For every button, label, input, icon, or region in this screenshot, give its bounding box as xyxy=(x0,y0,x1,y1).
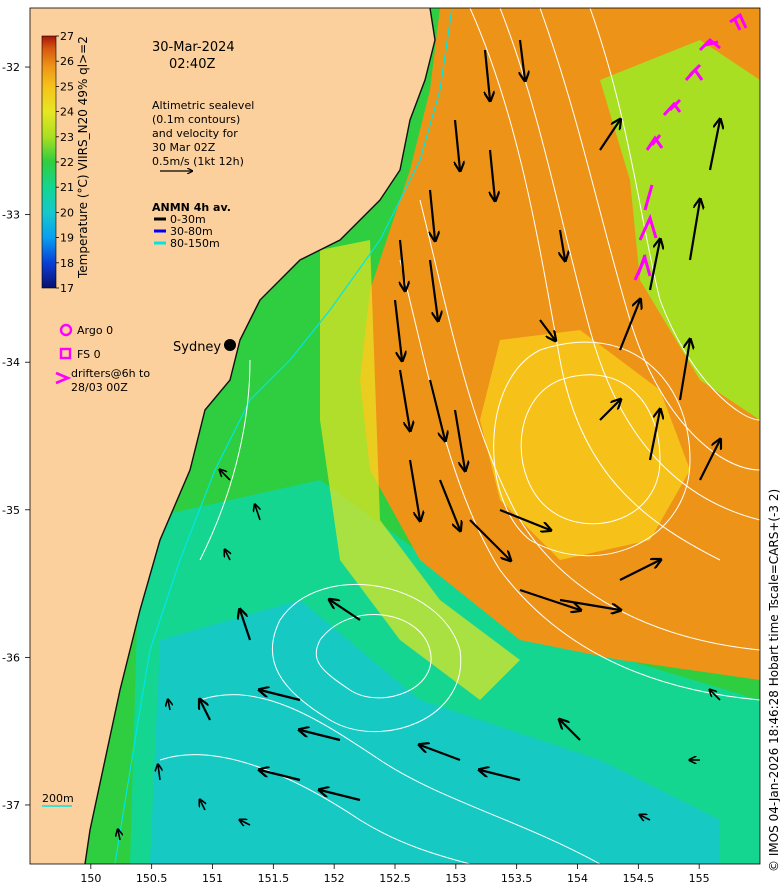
lat-tick-label: -34 xyxy=(2,356,20,369)
colorbar-tick-label: 27 xyxy=(60,30,74,43)
drifter-label: drifters@6h to xyxy=(71,367,150,380)
lon-tick-label: 152 xyxy=(324,872,345,885)
lat-tick-label: -37 xyxy=(2,799,20,812)
longitude-axis: 150 150.5 151 151.5 152 152.5 153 153.5 154 154.5… xyxy=(80,864,710,885)
drifter-label: 28/03 00Z xyxy=(71,381,128,394)
lon-tick-label: 155 xyxy=(689,872,710,885)
map-panel xyxy=(30,8,760,864)
lon-tick-label: 150 xyxy=(80,872,101,885)
lat-tick-label: -33 xyxy=(2,209,20,222)
lat-tick-label: -32 xyxy=(2,61,20,74)
colorbar-tick-label: 26 xyxy=(60,55,74,68)
isobath-label: 200m xyxy=(42,792,74,805)
note-line: and velocity for xyxy=(152,127,238,140)
colorbar-tick-label: 25 xyxy=(60,80,74,93)
lon-tick-label: 153 xyxy=(445,872,466,885)
lon-tick-label: 150.5 xyxy=(136,872,168,885)
lon-tick-label: 152.5 xyxy=(379,872,411,885)
note-line: 0.5m/s (1kt 12h) xyxy=(152,155,244,168)
colorbar-scale xyxy=(41,35,57,289)
lon-tick-label: 154.5 xyxy=(623,872,655,885)
credit-label: © IMOS 04-Jan-2026 18:46:28 Hobart time … xyxy=(767,489,780,872)
sydney-marker xyxy=(224,339,236,351)
colorbar-tick-label: 17 xyxy=(60,282,74,295)
lon-tick-label: 151.5 xyxy=(258,872,290,885)
lon-tick-label: 153.5 xyxy=(501,872,533,885)
lon-tick-label: 151 xyxy=(202,872,223,885)
city-label-sydney: Sydney xyxy=(173,340,221,355)
colorbar-tick-label: 21 xyxy=(60,181,74,194)
lon-tick-label: 154 xyxy=(567,872,588,885)
lat-tick-label: -35 xyxy=(2,504,20,517)
colorbar-tick-label: 18 xyxy=(60,257,74,270)
note-line: 30 Mar 02Z xyxy=(152,141,216,154)
date-label: 30-Mar-2024 xyxy=(152,40,235,55)
note-line: (0.1m contours) xyxy=(152,113,240,126)
colorbar-tick-label: 20 xyxy=(60,206,74,219)
colorbar-label: Temperature (°C) VIIRS_N20 49% ql>=2 xyxy=(76,36,90,279)
colorbar-tick-label: 23 xyxy=(60,131,74,144)
note-line: Altimetric sealevel xyxy=(152,99,254,112)
fs-label: FS 0 xyxy=(77,348,101,361)
sst-map-figure: Sydney 200m 27 26 25 24 23 22 21 20 19 18 17 Tempe… xyxy=(2,7,780,885)
colorbar-tick-label: 22 xyxy=(60,156,74,169)
colorbar-tick-label: 24 xyxy=(60,106,74,119)
anmn-label: 80-150m xyxy=(170,237,220,250)
latitude-axis: -32 -33 -34 -35 -36 -37 xyxy=(2,61,30,812)
lat-tick-label: -36 xyxy=(2,651,20,664)
time-label: 02:40Z xyxy=(169,57,215,72)
colorbar-tick-label: 19 xyxy=(60,232,74,245)
argo-label: Argo 0 xyxy=(77,324,113,337)
